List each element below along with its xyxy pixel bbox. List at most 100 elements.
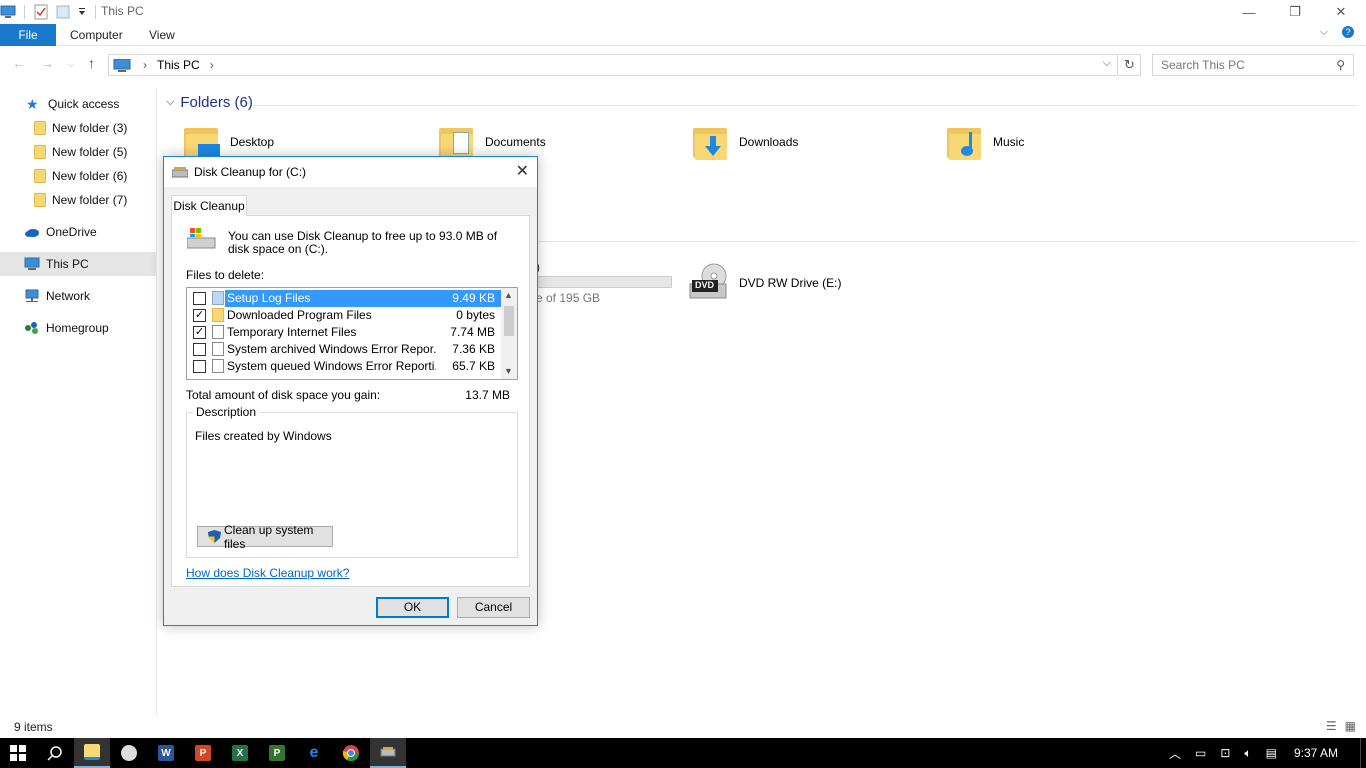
file-size: 65.7 KB <box>452 359 495 373</box>
details-view-icon[interactable]: ☰ <box>1326 719 1337 733</box>
description-legend: Description <box>193 405 260 419</box>
breadcrumb-this-pc[interactable]: This PC <box>157 58 200 72</box>
breadcrumb-separator[interactable]: › <box>210 58 214 72</box>
forward-arrow-icon[interactable]: → <box>40 55 54 71</box>
folders-group-header[interactable]: ⌵ Folders (6) <box>166 94 253 111</box>
list-item[interactable]: ✓ Downloaded Program Files 0 bytes <box>187 307 503 324</box>
scroll-down-icon[interactable]: ▼ <box>504 366 513 376</box>
list-item[interactable]: Setup Log Files 9.49 KB <box>187 290 503 307</box>
minimize-button[interactable]: — <box>1226 0 1272 24</box>
toolbar-separator <box>95 5 96 19</box>
word-icon: W <box>158 745 174 761</box>
folder-tile-desktop[interactable]: Desktop <box>184 124 274 160</box>
list-item[interactable]: System archived Windows Error Repor... 7… <box>187 341 503 358</box>
properties-icon[interactable] <box>33 4 49 20</box>
large-icons-view-icon[interactable]: ▦ <box>1345 719 1356 733</box>
sidebar-item-homegroup[interactable]: Homegroup <box>0 316 156 340</box>
folder-tile-documents[interactable]: Documents <box>439 124 546 160</box>
taskbar-word[interactable]: W <box>148 738 184 768</box>
folder-icon <box>212 308 224 322</box>
taskbar-powerpoint[interactable]: P <box>185 738 221 768</box>
address-dropdown-icon[interactable]: ⌵ <box>1103 57 1111 70</box>
checkbox-setup-log-files[interactable] <box>193 292 206 305</box>
recent-locations-icon[interactable]: ⌵ <box>68 59 75 70</box>
list-item[interactable]: System queued Windows Error Reporti... 6… <box>187 358 503 375</box>
start-button[interactable] <box>0 738 36 768</box>
sidebar-item-new-folder-5[interactable]: New folder (5) <box>0 140 156 164</box>
view-switcher: ☰ ▦ <box>1326 719 1356 733</box>
taskbar-edge[interactable]: e <box>296 738 332 768</box>
desktop-folder-icon <box>184 124 220 160</box>
ok-button[interactable]: OK <box>376 597 449 618</box>
folder-tile-music[interactable]: Music <box>947 124 1024 160</box>
close-window-button[interactable]: ✕ <box>1318 0 1364 24</box>
tab-disk-cleanup[interactable]: Disk Cleanup <box>171 195 247 216</box>
show-hidden-icons-icon[interactable]: ︿ <box>1169 745 1181 762</box>
computer-icon[interactable] <box>0 4 16 20</box>
chrome-icon <box>343 745 359 761</box>
file-size: 9.49 KB <box>452 291 495 305</box>
action-center-icon[interactable]: ▤ <box>1266 746 1277 760</box>
tab-file[interactable]: File <box>0 24 56 46</box>
customize-toolbar-icon[interactable] <box>77 4 87 20</box>
checkbox-system-archived-error-reports[interactable] <box>193 343 206 356</box>
list-scrollbar[interactable]: ▲ ▼ <box>501 288 517 379</box>
clean-up-system-files-label: Clean up system files <box>224 522 314 551</box>
files-to-delete-list[interactable]: Setup Log Files 9.49 KB ✓ Downloaded Pro… <box>186 287 518 380</box>
clock[interactable]: 9:37 AM <box>1294 746 1338 760</box>
dvd-drive-tile[interactable]: DVD DVD RW Drive (E:) <box>688 262 841 304</box>
sidebar-item-new-folder-6[interactable]: New folder (6) <box>0 164 156 188</box>
refresh-button[interactable]: ↻ <box>1119 54 1141 76</box>
search-input[interactable]: Search This PC ⚲ <box>1152 54 1354 76</box>
description-group: Description Files created by Windows Cle… <box>186 405 518 558</box>
file-explorer-icon <box>84 744 100 760</box>
taskbar-file-explorer[interactable] <box>74 738 110 768</box>
back-arrow-icon[interactable]: ← <box>12 55 26 71</box>
file-name: System queued Windows Error Reporti... <box>227 359 436 373</box>
sidebar-item-quick-access[interactable]: ★ Quick access <box>0 92 156 116</box>
sidebar-item-new-folder-7[interactable]: New folder (7) <box>0 188 156 212</box>
scrollbar-thumb[interactable] <box>504 306 514 336</box>
checkbox-downloaded-program-files[interactable]: ✓ <box>193 309 206 322</box>
cancel-button[interactable]: Cancel <box>457 597 530 618</box>
new-folder-icon[interactable] <box>55 4 71 20</box>
chevron-down-icon[interactable]: ⌵ <box>1320 26 1328 39</box>
sidebar-item-onedrive[interactable]: OneDrive <box>0 220 156 244</box>
checkbox-temporary-internet-files[interactable]: ✓ <box>193 326 206 339</box>
ribbon: File Computer View ⌵ ? <box>0 24 1366 46</box>
up-arrow-icon[interactable]: ↑ <box>88 55 95 71</box>
tab-view[interactable]: View <box>149 24 175 46</box>
taskbar-disk-cleanup[interactable] <box>370 738 406 768</box>
scroll-up-icon[interactable]: ▲ <box>504 290 513 300</box>
sidebar-item-new-folder-3[interactable]: New folder (3) <box>0 116 156 140</box>
search-icon[interactable]: ⚲ <box>1336 55 1345 75</box>
taskbar-excel[interactable]: X <box>222 738 258 768</box>
checkbox-system-queued-error-reports[interactable] <box>193 360 206 373</box>
sidebar-item-label: New folder (6) <box>52 169 128 183</box>
window-title: This PC <box>101 4 144 18</box>
show-desktop-button[interactable] <box>1360 738 1366 768</box>
address-bar[interactable]: › This PC › ⌵ <box>108 54 1118 76</box>
help-link[interactable]: How does Disk Cleanup work? <box>186 566 349 580</box>
tab-computer[interactable]: Computer <box>70 24 123 46</box>
system-tray: ︿ ▭ ⊡ 🔈︎ ▤ 9:37 AM <box>1162 738 1366 768</box>
help-icon[interactable]: ? <box>1342 26 1354 38</box>
clean-up-system-files-button[interactable]: Clean up system files <box>197 523 333 551</box>
list-item[interactable]: ✓ Temporary Internet Files 7.74 MB <box>187 324 503 341</box>
total-space-value: 13.7 MB <box>465 388 510 402</box>
sidebar-item-network[interactable]: Network <box>0 284 156 308</box>
volume-icon[interactable]: 🔈︎ <box>1244 746 1251 761</box>
folder-tile-downloads[interactable]: Downloads <box>693 124 798 160</box>
folder-label: Music <box>993 135 1025 149</box>
search-button[interactable] <box>37 738 73 768</box>
restore-button[interactable]: ❐ <box>1272 0 1318 24</box>
sidebar-item-this-pc[interactable]: This PC <box>0 252 156 276</box>
breadcrumb-separator[interactable]: › <box>143 58 147 72</box>
taskbar-project[interactable]: P <box>259 738 295 768</box>
dialog-close-button[interactable]: ✕ <box>516 161 529 181</box>
network-icon[interactable]: ⊡ <box>1220 746 1230 760</box>
windows-logo-icon <box>10 745 26 761</box>
taskbar-chrome[interactable] <box>333 738 369 768</box>
battery-icon[interactable]: ▭ <box>1195 746 1206 760</box>
taskbar-paint[interactable] <box>111 738 147 768</box>
